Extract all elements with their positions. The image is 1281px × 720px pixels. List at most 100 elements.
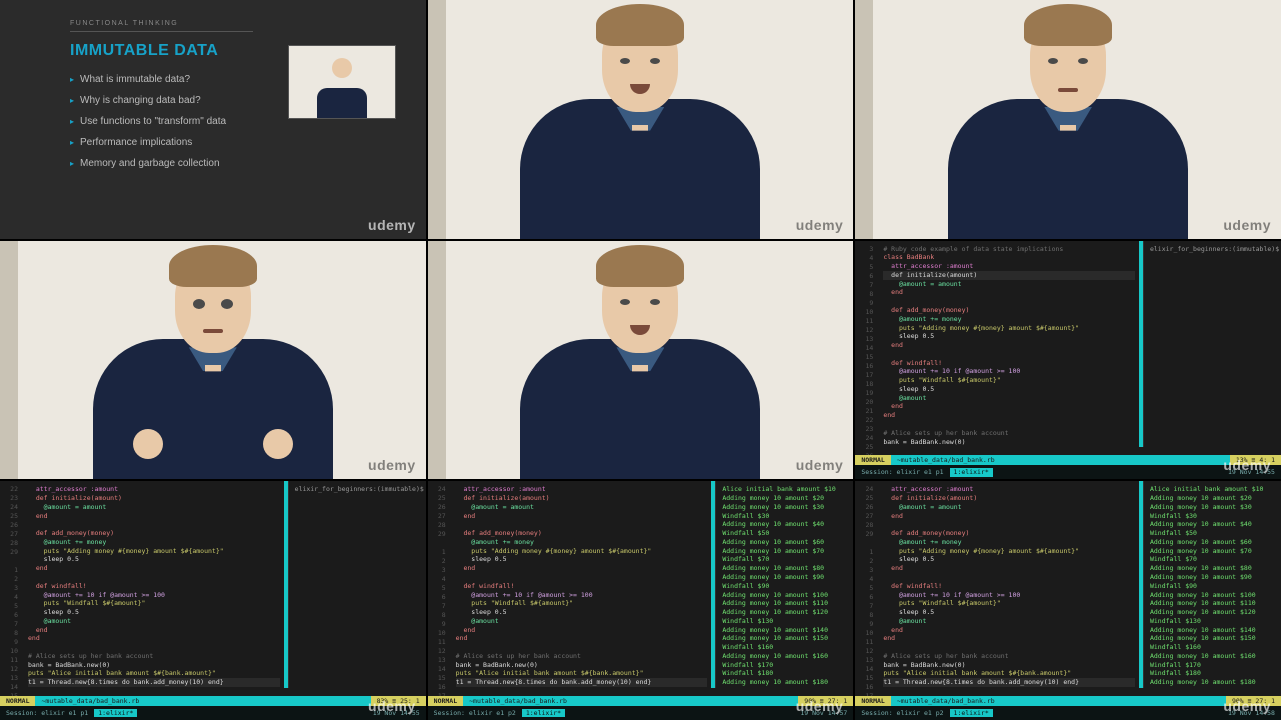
vim-mode: NORMAL xyxy=(0,696,35,706)
cell-webcam-4: udemy xyxy=(428,241,854,480)
picture-in-picture xyxy=(288,45,396,119)
head xyxy=(602,259,678,353)
vim-mode: NORMAL xyxy=(428,696,463,706)
terminal-pane: elixir_for_beginners:(immutable)$ xyxy=(288,481,426,688)
terminal-pane: elixir_for_beginners:(immutable)$ xyxy=(1143,241,1281,448)
statusline: NORMAL ~mutable_data/bad_bank.rb 83% ≡ 2… xyxy=(0,696,426,706)
code-body: attr_accessor :amount def initialize(amo… xyxy=(450,481,716,688)
watermark: udemy xyxy=(368,698,416,714)
eye-left xyxy=(620,299,630,305)
bullet-3: Performance implications xyxy=(70,137,356,148)
bullet-4: Memory and garbage collection xyxy=(70,158,356,169)
code-body: attr_accessor :amount def initialize(amo… xyxy=(877,481,1143,688)
tmux-session: Session: elixir e1 p2 xyxy=(861,709,943,718)
watermark: udemy xyxy=(368,217,416,233)
mouth xyxy=(630,84,650,94)
head xyxy=(175,259,251,353)
tmux-session: Session: elixir e1 p1 xyxy=(861,468,943,477)
cell-webcam-3: udemy xyxy=(0,241,426,480)
tmux-session: Session: elixir e1 p2 xyxy=(434,709,516,718)
slide-breadcrumb: FUNCTIONAL THINKING xyxy=(70,20,253,32)
file-path: ~mutable_data/bad_bank.rb xyxy=(891,697,1001,706)
tmux-window: 1:elixir* xyxy=(950,468,993,477)
cell-code-3: 2425262728291234567891011121314151617 at… xyxy=(428,481,854,720)
prompt: elixir_for_beginners:(immutable)$ xyxy=(1150,245,1279,253)
tmux-window: 1:elixir* xyxy=(94,709,137,718)
hair xyxy=(596,4,684,46)
mouth xyxy=(630,325,650,335)
code-body: # Ruby code example of data state implic… xyxy=(877,241,1143,448)
code-editor: 2425262728291234567891011121314151617 at… xyxy=(855,481,1281,720)
watermark: udemy xyxy=(796,217,844,233)
slide: FUNCTIONAL THINKING IMMUTABLE DATA What … xyxy=(0,0,426,239)
output-pane: Alice initial bank amount $10 Adding mon… xyxy=(715,481,853,688)
watermark: udemy xyxy=(796,457,844,473)
mouth xyxy=(1058,88,1078,92)
eye-left xyxy=(1048,58,1058,64)
gutter: 2223242526272829123456789101112131415 xyxy=(0,481,22,688)
watermark: udemy xyxy=(1223,217,1271,233)
eye-right xyxy=(650,58,660,64)
cell-webcam-1: udemy xyxy=(428,0,854,239)
thumbnail-grid: FUNCTIONAL THINKING IMMUTABLE DATA What … xyxy=(0,0,1281,720)
watermark: udemy xyxy=(1223,457,1271,473)
door xyxy=(428,0,446,239)
file-path: ~mutable_data/bad_bank.rb xyxy=(35,697,145,706)
gutter: 3456789101112131415161718192021222324252… xyxy=(855,241,877,448)
watermark: udemy xyxy=(1223,698,1271,714)
prompt: elixir_for_beginners:(immutable)$ xyxy=(295,485,424,493)
eye-right xyxy=(650,299,660,305)
cell-slide: FUNCTIONAL THINKING IMMUTABLE DATA What … xyxy=(0,0,426,239)
eye-right xyxy=(1078,58,1088,64)
hair xyxy=(596,245,684,287)
tmux-bar: Session: elixir e1 p1 1:elixir* 19 Nov 1… xyxy=(0,706,426,720)
watermark: udemy xyxy=(796,698,844,714)
code-body: attr_accessor :amount def initialize(amo… xyxy=(22,481,288,688)
door xyxy=(0,241,18,480)
mouth xyxy=(203,329,223,333)
gutter: 2425262728291234567891011121314151617 xyxy=(855,481,877,688)
eye-right xyxy=(221,299,233,309)
tmux-window: 1:elixir* xyxy=(950,709,993,718)
presenter xyxy=(0,241,426,480)
statusline: NORMAL ~mutable_data/bad_bank.rb 90% ≡ 2… xyxy=(428,696,854,706)
editor-split: 2425262728291234567891011121314151617 at… xyxy=(855,481,1281,688)
editor-split: 3456789101112131415161718192021222324252… xyxy=(855,241,1281,448)
cell-code-1: 3456789101112131415161718192021222324252… xyxy=(855,241,1281,480)
hand-right xyxy=(263,429,293,459)
file-path: ~mutable_data/bad_bank.rb xyxy=(463,697,573,706)
hair xyxy=(1024,4,1112,46)
tmux-bar: Session: elixir e1 p1 1:elixir* 19 Nov 1… xyxy=(855,465,1281,479)
body xyxy=(93,339,333,479)
body xyxy=(520,99,760,239)
code-editor: 2425262728291234567891011121314151617 at… xyxy=(428,481,854,720)
gutter: 2425262728291234567891011121314151617 xyxy=(428,481,450,688)
vim-mode: NORMAL xyxy=(855,696,890,706)
body xyxy=(948,99,1188,239)
door xyxy=(428,241,446,480)
statusline: NORMAL ~mutable_data/bad_bank.rb 13% ≡ 4… xyxy=(855,455,1281,465)
eye-left xyxy=(620,58,630,64)
cell-code-2: 2223242526272829123456789101112131415 at… xyxy=(0,481,426,720)
hair xyxy=(169,245,257,287)
tmux-bar: Session: elixir e1 p2 1:elixir* 19 Nov 1… xyxy=(855,706,1281,720)
statusline: NORMAL ~mutable_data/bad_bank.rb 90% ≡ 2… xyxy=(855,696,1281,706)
vim-mode: NORMAL xyxy=(855,455,890,465)
head xyxy=(1030,18,1106,112)
output-pane: Alice initial bank amount $10 Adding mon… xyxy=(1143,481,1281,688)
body xyxy=(520,339,760,479)
editor-split: 2223242526272829123456789101112131415 at… xyxy=(0,481,426,688)
presenter xyxy=(855,0,1281,239)
hand-left xyxy=(133,429,163,459)
head xyxy=(602,18,678,112)
code-editor: 2223242526272829123456789101112131415 at… xyxy=(0,481,426,720)
editor-split: 2425262728291234567891011121314151617 at… xyxy=(428,481,854,688)
cell-webcam-2: udemy xyxy=(855,0,1281,239)
eye-left xyxy=(193,299,205,309)
pip-head xyxy=(332,58,352,78)
presenter xyxy=(428,0,854,239)
cell-code-4: 2425262728291234567891011121314151617 at… xyxy=(855,481,1281,720)
watermark: udemy xyxy=(368,457,416,473)
tmux-bar: Session: elixir e1 p2 1:elixir* 19 Nov 1… xyxy=(428,706,854,720)
door xyxy=(855,0,873,239)
